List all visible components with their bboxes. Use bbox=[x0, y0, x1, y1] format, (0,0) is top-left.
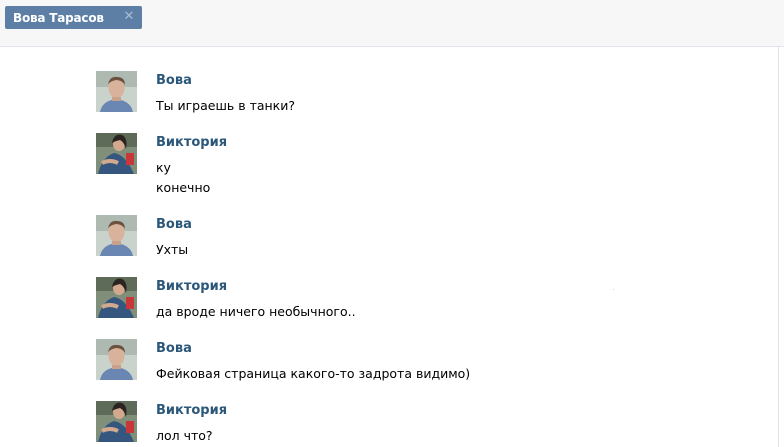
message-author[interactable]: Вова bbox=[156, 217, 192, 232]
panel-border bbox=[778, 46, 779, 447]
dialog-tabs-bar: Вова Тарасов ✕ bbox=[0, 0, 784, 47]
message-author[interactable]: Вова bbox=[156, 73, 192, 88]
message-text: да вроде ничего необычного.. bbox=[156, 304, 356, 319]
viktoria-photo-icon bbox=[96, 133, 137, 174]
message-text: конечно bbox=[156, 180, 211, 195]
viktoria-photo-icon bbox=[96, 277, 137, 318]
stray-dot bbox=[613, 289, 614, 290]
dialog-page: Вова Тарасов ✕ Вова Ты играешь в танки? bbox=[0, 0, 784, 447]
avatar[interactable] bbox=[96, 339, 137, 380]
message-text: Ты играешь в танки? bbox=[156, 98, 295, 113]
avatar[interactable] bbox=[96, 401, 137, 442]
message-text: Фейковая страница какого-то задрота види… bbox=[156, 366, 471, 381]
avatar[interactable] bbox=[96, 133, 137, 174]
dialog-tab-label: Вова Тарасов bbox=[13, 10, 104, 25]
message-text: ку bbox=[156, 160, 171, 175]
viktoria-photo-icon bbox=[96, 401, 137, 442]
avatar[interactable] bbox=[96, 277, 137, 318]
dialog-tab[interactable]: Вова Тарасов ✕ bbox=[5, 6, 142, 29]
message-author[interactable]: Виктория bbox=[156, 403, 227, 418]
avatar[interactable] bbox=[96, 215, 137, 256]
vova-photo-icon bbox=[96, 339, 137, 380]
avatar[interactable] bbox=[96, 71, 137, 112]
message-author[interactable]: Виктория bbox=[156, 279, 227, 294]
message-text: Ухты bbox=[156, 242, 189, 257]
message-author[interactable]: Виктория bbox=[156, 135, 227, 150]
message-author[interactable]: Вова bbox=[156, 341, 192, 356]
vova-photo-icon bbox=[96, 71, 137, 112]
close-icon[interactable]: ✕ bbox=[122, 10, 136, 24]
message-text: лол что? bbox=[156, 428, 213, 443]
vova-photo-icon bbox=[96, 215, 137, 256]
